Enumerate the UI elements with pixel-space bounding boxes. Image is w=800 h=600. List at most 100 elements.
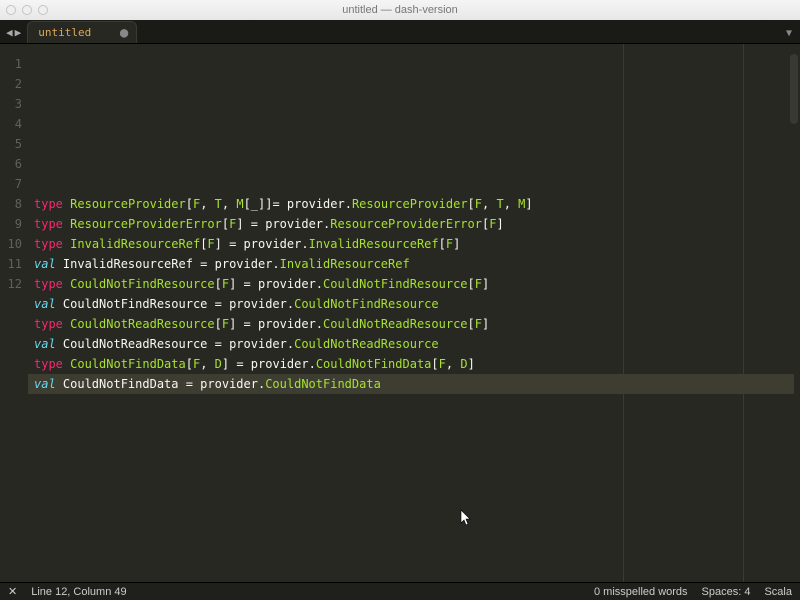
token-type: ResourceProvider [70, 197, 186, 211]
code-line[interactable]: type CouldNotFindData[F, D] = provider.C… [34, 354, 794, 374]
code-line[interactable] [34, 174, 794, 194]
token-type: F [207, 237, 214, 251]
token-p: , [222, 197, 236, 211]
token-type: T [496, 197, 503, 211]
token-p: , [200, 357, 214, 371]
code-line[interactable]: type CouldNotReadResource[F] = provider.… [34, 314, 794, 334]
line-number: 11 [0, 254, 22, 274]
token-p: [ [215, 317, 222, 331]
token-type: InvalidResourceRef [70, 237, 200, 251]
tab-label: untitled [38, 26, 91, 39]
token-val: val [34, 257, 56, 271]
token-p: [ [431, 357, 438, 371]
code-line[interactable]: val CouldNotFindResource = provider.Coul… [34, 294, 794, 314]
token-type: CouldNotFindData [316, 357, 432, 371]
token-val: val [34, 297, 56, 311]
status-bar: ✕ Line 12, Column 49 0 misspelled words … [0, 582, 800, 600]
token-type: F [439, 357, 446, 371]
token-type: M [236, 197, 243, 211]
token-type: ResourceProviderError [330, 217, 482, 231]
token-p: [ [215, 277, 222, 291]
token-type: InvalidResourceRef [280, 257, 410, 271]
line-number: 5 [0, 134, 22, 154]
line-number: 8 [0, 194, 22, 214]
status-syntax[interactable]: Scala [764, 586, 792, 598]
token-p: [ [468, 317, 475, 331]
token-p: [_]]= provider. [244, 197, 352, 211]
token-p: ] [482, 317, 489, 331]
token-type: CouldNotFindResource [294, 297, 439, 311]
token-type: CouldNotReadResource [294, 337, 439, 351]
code-line[interactable]: val InvalidResourceRef = provider.Invali… [34, 254, 794, 274]
token-kw: type [34, 197, 63, 211]
code-content[interactable]: type ResourceProvider[F, T, M[_]]= provi… [28, 44, 800, 582]
token-type: CouldNotFindResource [70, 277, 215, 291]
token-val: val [34, 337, 56, 351]
line-number-gutter: 123456789101112 [0, 44, 28, 582]
token-type: F [475, 317, 482, 331]
status-indent[interactable]: Spaces: 4 [702, 586, 751, 598]
token-p: ] [468, 357, 475, 371]
code-line[interactable]: type ResourceProviderError[F] = provider… [34, 214, 794, 234]
token-p: , [446, 357, 460, 371]
editor-area[interactable]: 123456789101112 type ResourceProvider[F,… [0, 44, 800, 582]
token-type: F [446, 237, 453, 251]
status-cursor-pos[interactable]: Line 12, Column 49 [31, 586, 126, 598]
code-line[interactable] [34, 154, 794, 174]
scrollbar-thumb[interactable] [790, 54, 798, 124]
nav-forward-icon[interactable]: ▶ [15, 26, 22, 39]
token-kw: type [34, 317, 63, 331]
token-p: ] = provider. [222, 357, 316, 371]
code-line[interactable]: type CouldNotFindResource[F] = provider.… [34, 274, 794, 294]
token-p: ] [496, 217, 503, 231]
code-line[interactable]: type ResourceProvider[F, T, M[_]]= provi… [34, 194, 794, 214]
nav-back-icon[interactable]: ◀ [6, 26, 13, 39]
token-kw: type [34, 357, 63, 371]
token-type: ResourceProviderError [70, 217, 222, 231]
token-p: InvalidResourceRef = provider. [56, 257, 280, 271]
token-p: ] = provider. [229, 277, 323, 291]
tab-bar: ◀ ▶ untitled ● ▼ [0, 20, 800, 44]
line-number: 6 [0, 154, 22, 174]
token-type: F [475, 277, 482, 291]
token-p: CouldNotFindData = provider. [56, 377, 266, 391]
mouse-cursor-icon [460, 509, 474, 531]
token-type: F [475, 197, 482, 211]
line-number: 10 [0, 234, 22, 254]
token-type: ResourceProvider [352, 197, 468, 211]
token-p: [ [186, 197, 193, 211]
line-number: 7 [0, 174, 22, 194]
token-type: T [215, 197, 222, 211]
token-p: ] [453, 237, 460, 251]
token-p: [ [468, 277, 475, 291]
token-type: CouldNotFindData [70, 357, 186, 371]
window-title: untitled — dash-version [0, 4, 800, 16]
token-p: CouldNotFindResource = provider. [56, 297, 294, 311]
line-number: 4 [0, 114, 22, 134]
token-p: , [200, 197, 214, 211]
token-type: D [215, 357, 222, 371]
token-p: ] = provider. [215, 237, 309, 251]
window-titlebar: untitled — dash-version [0, 0, 800, 20]
code-line[interactable]: type InvalidResourceRef[F] = provider.In… [34, 234, 794, 254]
line-number: 3 [0, 94, 22, 114]
code-line[interactable]: val CouldNotFindData = provider.CouldNot… [28, 374, 794, 394]
status-spellcheck[interactable]: 0 misspelled words [594, 586, 688, 598]
token-val: val [34, 377, 56, 391]
line-number: 9 [0, 214, 22, 234]
token-p: , [482, 197, 496, 211]
tab-overflow-icon[interactable]: ▼ [786, 28, 800, 43]
line-number: 12 [0, 274, 22, 294]
token-p: ] [525, 197, 532, 211]
token-type: CouldNotReadResource [70, 317, 215, 331]
token-p: , [504, 197, 518, 211]
token-type: CouldNotFindResource [323, 277, 468, 291]
line-number: 1 [0, 54, 22, 74]
token-kw: type [34, 217, 63, 231]
token-p: [ [222, 217, 229, 231]
token-p: [ [468, 197, 475, 211]
code-line[interactable]: val CouldNotReadResource = provider.Coul… [34, 334, 794, 354]
tab-untitled[interactable]: untitled ● [27, 21, 137, 43]
token-p: ] = provider. [236, 217, 330, 231]
status-close-icon[interactable]: ✕ [8, 585, 17, 598]
